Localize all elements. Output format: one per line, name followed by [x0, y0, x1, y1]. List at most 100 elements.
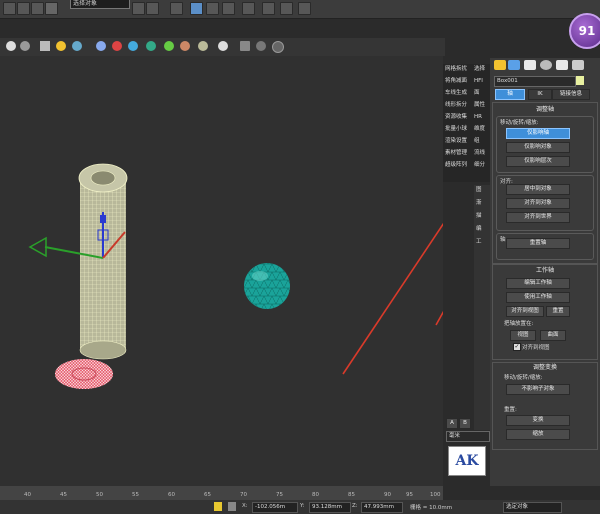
mirror-icon[interactable] — [132, 2, 145, 15]
schematic-icon[interactable] — [206, 2, 219, 15]
help-icon[interactable] — [272, 41, 284, 53]
menu-item[interactable]: HR — [474, 112, 490, 123]
pivot-subtab[interactable]: 轴 — [495, 89, 525, 100]
link-icon[interactable] — [31, 2, 44, 15]
spiral-object — [55, 359, 113, 389]
align-to-view-checkbox[interactable]: ✓ — [513, 343, 521, 351]
selection-set-dropdown[interactable]: 选择对象 — [70, 0, 130, 9]
undo-icon[interactable] — [3, 2, 16, 15]
mini-item[interactable]: 渐 — [476, 198, 490, 209]
selection-filter-dropdown[interactable]: 选定对象 — [503, 502, 562, 513]
timeline-tick: 40 — [24, 492, 31, 498]
sun-icon[interactable] — [56, 41, 66, 51]
material-icon[interactable] — [198, 41, 208, 51]
timeline-tick: 65 — [204, 492, 211, 498]
motion-tab-icon[interactable] — [540, 60, 552, 70]
frame-icon[interactable] — [240, 41, 250, 51]
mini-item[interactable]: 描 — [476, 211, 490, 222]
ik-subtab[interactable]: IK — [528, 89, 552, 100]
menu-item[interactable]: 选择 — [474, 64, 490, 75]
coord-x-label: X: — [242, 503, 248, 509]
cloth-icon[interactable] — [128, 41, 138, 51]
material-editor-icon[interactable] — [222, 2, 235, 15]
utilities-tab-icon[interactable] — [572, 60, 584, 70]
surface-button[interactable]: 曲面 — [540, 330, 566, 341]
mini-item[interactable]: 编 — [476, 224, 490, 235]
center-to-object-button[interactable]: 居中到对象 — [506, 184, 570, 195]
menu-item[interactable]: 流线 — [474, 148, 490, 159]
teapot-icon[interactable] — [298, 2, 311, 15]
b-button[interactable]: B — [459, 418, 471, 429]
reset-transform-button[interactable]: 变换 — [506, 415, 570, 426]
annotation-arrows — [342, 222, 443, 375]
create-tab-icon[interactable] — [494, 60, 506, 70]
reset-pivot-button[interactable]: 重置轴 — [506, 238, 570, 249]
menu-item[interactable]: 组 — [474, 136, 490, 147]
cone-icon[interactable] — [40, 41, 50, 51]
affect-object-only-button[interactable]: 仅影响对象 — [506, 142, 570, 153]
modify-tab-icon[interactable] — [508, 60, 520, 70]
torus-icon[interactable] — [20, 41, 30, 51]
gray-sphere-icon[interactable] — [218, 41, 228, 51]
plugin-icon[interactable] — [164, 41, 174, 51]
layer-icon[interactable] — [170, 2, 183, 15]
align-to-world-button[interactable]: 对齐到世界 — [506, 212, 570, 223]
mini-item[interactable]: 工 — [476, 237, 490, 248]
menu-item[interactable]: 面 — [474, 88, 490, 99]
edit-working-pivot-button[interactable]: 编辑工作轴 — [506, 278, 570, 289]
redo-icon[interactable] — [17, 2, 30, 15]
dont-affect-children-button[interactable]: 不影响子对象 — [506, 384, 570, 395]
units-dropdown[interactable]: 毫米 — [446, 431, 490, 442]
timeline-tick: 75 — [276, 492, 283, 498]
curve-editor-icon[interactable] — [190, 2, 203, 15]
coord-x-field[interactable]: -102.056m — [252, 502, 298, 513]
menu-item[interactable]: HFI — [474, 76, 490, 87]
light-icon[interactable] — [72, 41, 82, 51]
teal-sphere — [244, 263, 290, 309]
sphere-light-icon[interactable] — [6, 41, 16, 51]
align-to-object-button[interactable]: 对齐到对象 — [506, 198, 570, 209]
display-tab-icon[interactable] — [556, 60, 568, 70]
menu-item[interactable]: 维度 — [474, 124, 490, 135]
object-color-swatch[interactable] — [576, 76, 584, 85]
coord-z-field[interactable]: 47.993mm — [361, 502, 403, 513]
menu-item[interactable]: 属性 — [474, 100, 490, 111]
mini-item[interactable]: 图 — [476, 185, 490, 196]
dynamics-icon[interactable] — [112, 41, 122, 51]
selection-lock-icon[interactable] — [228, 502, 236, 511]
use-working-pivot-button[interactable]: 使用工作轴 — [506, 292, 570, 303]
logo-badge: 91 — [569, 13, 600, 49]
scene-graphics — [28, 163, 443, 389]
menu-item[interactable]: 细分 — [474, 160, 490, 171]
align-to-view-button[interactable]: 对齐到视图 — [506, 306, 544, 317]
a-button[interactable]: A — [446, 418, 458, 429]
world-icon[interactable] — [146, 41, 156, 51]
link-info-subtab[interactable]: 链接信息 — [552, 89, 590, 100]
rollout-title[interactable]: 调整变换 — [493, 363, 597, 373]
coord-y-field[interactable]: 93.128mm — [309, 502, 351, 513]
perspective-viewport[interactable] — [0, 56, 443, 486]
lock-icon[interactable] — [214, 502, 222, 511]
wireframe-cylinder — [78, 163, 128, 360]
select-icon[interactable] — [45, 2, 58, 15]
rollout-title[interactable]: 调整轴 — [493, 105, 597, 115]
reset-scale-button[interactable]: 缩放 — [506, 429, 570, 440]
reset-working-pivot-button[interactable]: 重置 — [546, 306, 570, 317]
view-button[interactable]: 视图 — [510, 330, 536, 341]
view-icon[interactable] — [256, 41, 266, 51]
render-icon[interactable] — [280, 2, 293, 15]
affect-hierarchy-only-button[interactable]: 仅影响层次 — [506, 156, 570, 167]
timeline-tick: 50 — [96, 492, 103, 498]
affect-pivot-only-button[interactable]: 仅影响轴 — [506, 128, 570, 139]
place-pivot-label: 把轴放置在: — [504, 321, 534, 327]
particle-icon[interactable] — [96, 41, 106, 51]
main-toolbar: 选择对象 — [0, 0, 600, 19]
render-sphere-icon[interactable] — [180, 41, 190, 51]
render-frame-icon[interactable] — [262, 2, 275, 15]
render-setup-icon[interactable] — [242, 2, 255, 15]
align-icon[interactable] — [146, 2, 159, 15]
object-name-field[interactable]: Box001 — [494, 76, 576, 87]
rollout-title[interactable]: 工作轴 — [493, 266, 597, 276]
hierarchy-tab-icon[interactable] — [524, 60, 536, 70]
timeline-tick: 100 — [430, 492, 441, 498]
